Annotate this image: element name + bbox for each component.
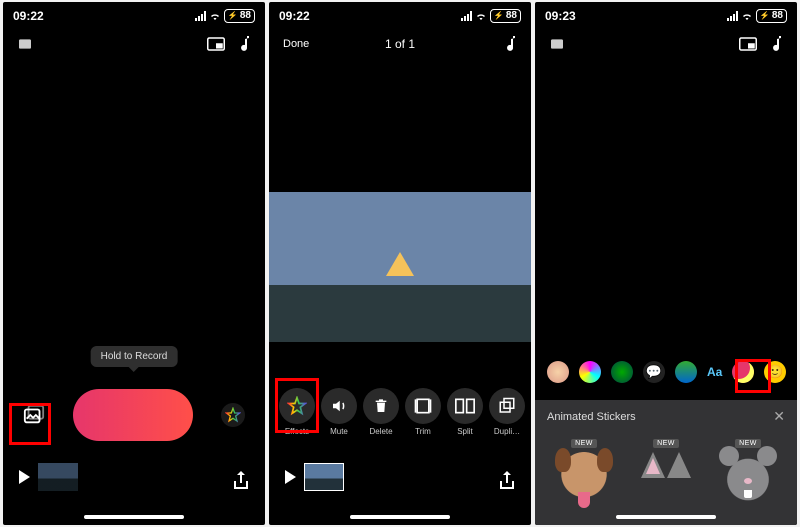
clock: 09:22 <box>13 9 44 23</box>
clip-counter: 1 of 1 <box>385 37 415 51</box>
status-bar: 09:22 88 <box>269 2 531 30</box>
project-icon[interactable] <box>549 36 565 52</box>
clip-thumbnail[interactable] <box>38 463 78 491</box>
cellular-icon <box>727 11 738 21</box>
screen-stickers: 09:23 88 💬 Aa 🙂 Animated Stickers ✕ <box>535 2 797 525</box>
speaker-icon <box>330 397 348 415</box>
edit-trim[interactable]: Trim <box>405 388 441 436</box>
new-badge: NEW <box>653 439 679 448</box>
cellular-icon <box>195 11 206 21</box>
project-icon[interactable] <box>17 36 33 52</box>
status-bar: 09:22 88 <box>3 2 265 30</box>
timeline-row <box>3 459 265 495</box>
music-icon[interactable] <box>505 36 517 52</box>
highlight-stickers <box>735 359 771 393</box>
fx-filters-icon[interactable] <box>611 361 633 383</box>
cat-ears-icon <box>641 452 691 502</box>
aspect-ratio-icon[interactable] <box>207 37 225 51</box>
clip-thumbnail[interactable] <box>304 463 344 491</box>
stickers-row: NEW NEW NEW <box>535 433 797 502</box>
edit-duplicate[interactable]: Dupli… <box>489 388 525 436</box>
share-icon[interactable] <box>233 471 249 491</box>
fx-camera-icon[interactable] <box>579 361 601 383</box>
share-icon[interactable] <box>499 471 515 491</box>
wifi-icon <box>475 10 487 22</box>
top-bar <box>3 30 265 58</box>
status-right: 88 <box>195 9 255 23</box>
music-icon[interactable] <box>239 36 251 52</box>
stickers-title: Animated Stickers <box>547 411 636 423</box>
stickers-panel: Animated Stickers ✕ NEW NEW NEW <box>535 400 797 525</box>
top-bar <box>535 30 797 58</box>
trim-icon <box>413 398 433 414</box>
edit-split[interactable]: Split <box>447 388 483 436</box>
new-badge: NEW <box>735 439 761 448</box>
home-indicator <box>616 515 716 519</box>
hold-to-record-tooltip: Hold to Record <box>91 346 178 367</box>
fx-speech-icon[interactable]: 💬 <box>643 361 665 383</box>
mountain-peak <box>386 252 414 276</box>
clock: 09:22 <box>279 9 310 23</box>
done-button[interactable]: Done <box>283 38 309 50</box>
duplicate-icon <box>498 397 516 415</box>
status-bar: 09:23 88 <box>535 2 797 30</box>
clock: 09:23 <box>545 9 576 23</box>
battery-icon: 88 <box>756 9 787 23</box>
mouse-face-icon <box>723 452 773 502</box>
sticker-dog[interactable]: NEW <box>559 439 609 502</box>
sticker-mouse[interactable]: NEW <box>723 439 773 502</box>
play-icon[interactable] <box>19 470 30 484</box>
battery-icon: 88 <box>490 9 521 23</box>
screen-edit: 09:22 88 Done 1 of 1 Effects Mute Delete <box>269 2 531 525</box>
fx-memoji-icon[interactable] <box>547 361 569 383</box>
split-icon <box>455 398 475 414</box>
edit-mute[interactable]: Mute <box>321 388 357 436</box>
play-icon[interactable] <box>285 470 296 484</box>
wifi-icon <box>209 10 221 22</box>
clip-preview[interactable] <box>269 192 531 342</box>
music-icon[interactable] <box>771 36 783 52</box>
aspect-ratio-icon[interactable] <box>739 37 757 51</box>
home-indicator <box>350 515 450 519</box>
sticker-cat[interactable]: NEW <box>641 439 691 502</box>
fx-shapes-icon[interactable] <box>675 361 697 383</box>
edit-delete[interactable]: Delete <box>363 388 399 436</box>
star-icon <box>225 407 241 423</box>
wifi-icon <box>741 10 753 22</box>
battery-icon: 88 <box>224 9 255 23</box>
close-icon[interactable]: ✕ <box>773 408 785 425</box>
screen-record: 09:22 88 Hold to Record <box>3 2 265 525</box>
dog-face-icon <box>559 452 609 502</box>
record-button[interactable] <box>73 389 193 441</box>
timeline-row <box>269 459 531 495</box>
top-bar: Done 1 of 1 <box>269 30 531 58</box>
home-indicator <box>84 515 184 519</box>
highlight-effects <box>275 378 319 433</box>
cellular-icon <box>461 11 472 21</box>
new-badge: NEW <box>571 439 597 448</box>
fx-text-icon[interactable]: Aa <box>707 361 722 383</box>
highlight-library <box>9 403 51 445</box>
trash-icon <box>373 397 389 415</box>
effects-button[interactable] <box>221 403 245 427</box>
